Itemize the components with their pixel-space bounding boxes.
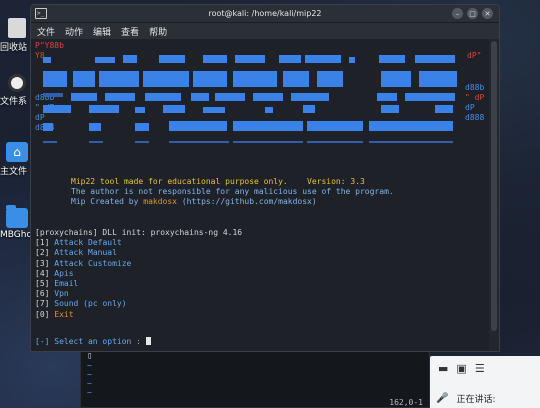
close-button[interactable]: ✕ [482,8,493,19]
menu-option: [5] Email [35,279,79,289]
speaking-indicator: 🎤 正在讲话: [436,392,496,405]
menu-option: [7] Sound (pc only) [35,299,127,309]
menu-option: [2] Attack Manual [35,248,117,258]
terminal-window[interactable]: >_ root@kali: /home/kali/mip22 – □ ✕ 文件 … [30,4,500,352]
menu-file[interactable]: 文件 [37,25,55,38]
menu-option: [6] Vpn [35,289,69,299]
menu-help[interactable]: 帮助 [149,25,167,38]
ascii-banner: P"Y88b Y8 d88b " dP dP d888 dP" d88b " d… [35,41,487,161]
minimize-button[interactable]: – [452,8,463,19]
background-terminal[interactable]: ▯ ~ ~ ~ ~ 162,0-1 [80,350,430,408]
input-prompt[interactable]: [-] Select an option : [35,337,151,347]
list-icon[interactable]: ☰ [475,362,485,375]
vim-empty-line: ~ [87,361,92,370]
folder-icon [6,205,28,228]
banner-right-red: dP" [467,51,482,60]
microphone-icon: 🎤 [436,393,449,404]
desktop-icon-home[interactable]: ⌂ 主文件 [0,142,34,177]
desktop-icon-label: 回收站 [0,43,28,53]
menu-view[interactable]: 查看 [121,25,139,38]
menu-bar: 文件 动作 编辑 查看 帮助 [31,23,499,39]
speaking-label: 正在讲话: [456,395,496,405]
vim-empty-line: ~ [87,388,92,397]
desktop-icon-label: 主文件 [0,167,28,177]
desktop: 回收站 文件系 ⌂ 主文件 MBGhos ▯ ~ ~ ~ ~ 162,0-1 >… [0,0,540,408]
vim-empty-line: ~ [87,379,92,388]
menu-action[interactable]: 动作 [65,25,83,38]
menu-option: [1] Attack Default [35,238,122,248]
window-icon[interactable]: ▣ [456,362,466,375]
minimize-icon[interactable]: ▬ [438,362,448,375]
proxychains-line: [proxychains] DLL init: proxychains-ng 4… [35,228,243,237]
cursor-position: 162,0-1 [389,398,423,407]
menu-edit[interactable]: 编辑 [93,25,111,38]
vim-empty-line: ~ [87,370,92,379]
created-by-label: Mip Created by [71,197,139,207]
panel-icons: ▬ ▣ ☰ [430,356,540,375]
trash-icon [8,18,26,38]
scrollbar[interactable] [489,39,499,351]
info-disclaimer: Mip22 tool made for educational purpose … [71,177,288,186]
background-terminal-cursor: ▯ [87,351,93,361]
banner-right-blue: d88b " dP dP d888 [465,83,485,122]
menu-option-exit: [0] Exit [35,309,74,319]
tool-info: Mip22 tool made for educational purpose … [71,177,394,208]
voice-panel: ▬ ▣ ☰ 🎤 正在讲话: [430,356,540,408]
window-controls: – □ ✕ [452,8,493,19]
terminal-icon: >_ [35,8,47,19]
info-responsibility: The author is not responsible for any ma… [71,187,394,197]
terminal-output[interactable]: P"Y88b Y8 d88b " dP dP d888 dP" d88b " d… [31,39,489,351]
desktop-icon-label: MBGhos [0,230,37,240]
prompt-text: [-] Select an option : [35,337,146,346]
options-menu: [proxychains] DLL init: proxychains-ng 4… [35,228,242,320]
scrollbar-thumb[interactable] [491,41,497,331]
author-link[interactable]: (https://github.com/makdosx) [182,197,317,206]
desktop-icon-trash[interactable]: 回收站 [0,18,34,53]
window-title: root@kali: /home/kali/mip22 [208,9,322,18]
maximize-button[interactable]: □ [467,8,478,19]
desktop-icon-filesystem[interactable]: 文件系 [0,74,34,107]
author-name: makdosx [143,197,177,207]
text-cursor [145,337,151,345]
menu-option: [3] Attack Customize [35,258,132,268]
desktop-icon-mbghost[interactable]: MBGhos [0,205,37,240]
title-bar[interactable]: >_ root@kali: /home/kali/mip22 – □ ✕ [31,5,499,23]
home-folder-icon: ⌂ [6,142,28,162]
desktop-icon-label: 文件系 [0,97,28,107]
drive-icon [8,74,26,92]
menu-option: [4] Apis [35,268,74,278]
version-label: Version: 3.3 [307,177,365,186]
